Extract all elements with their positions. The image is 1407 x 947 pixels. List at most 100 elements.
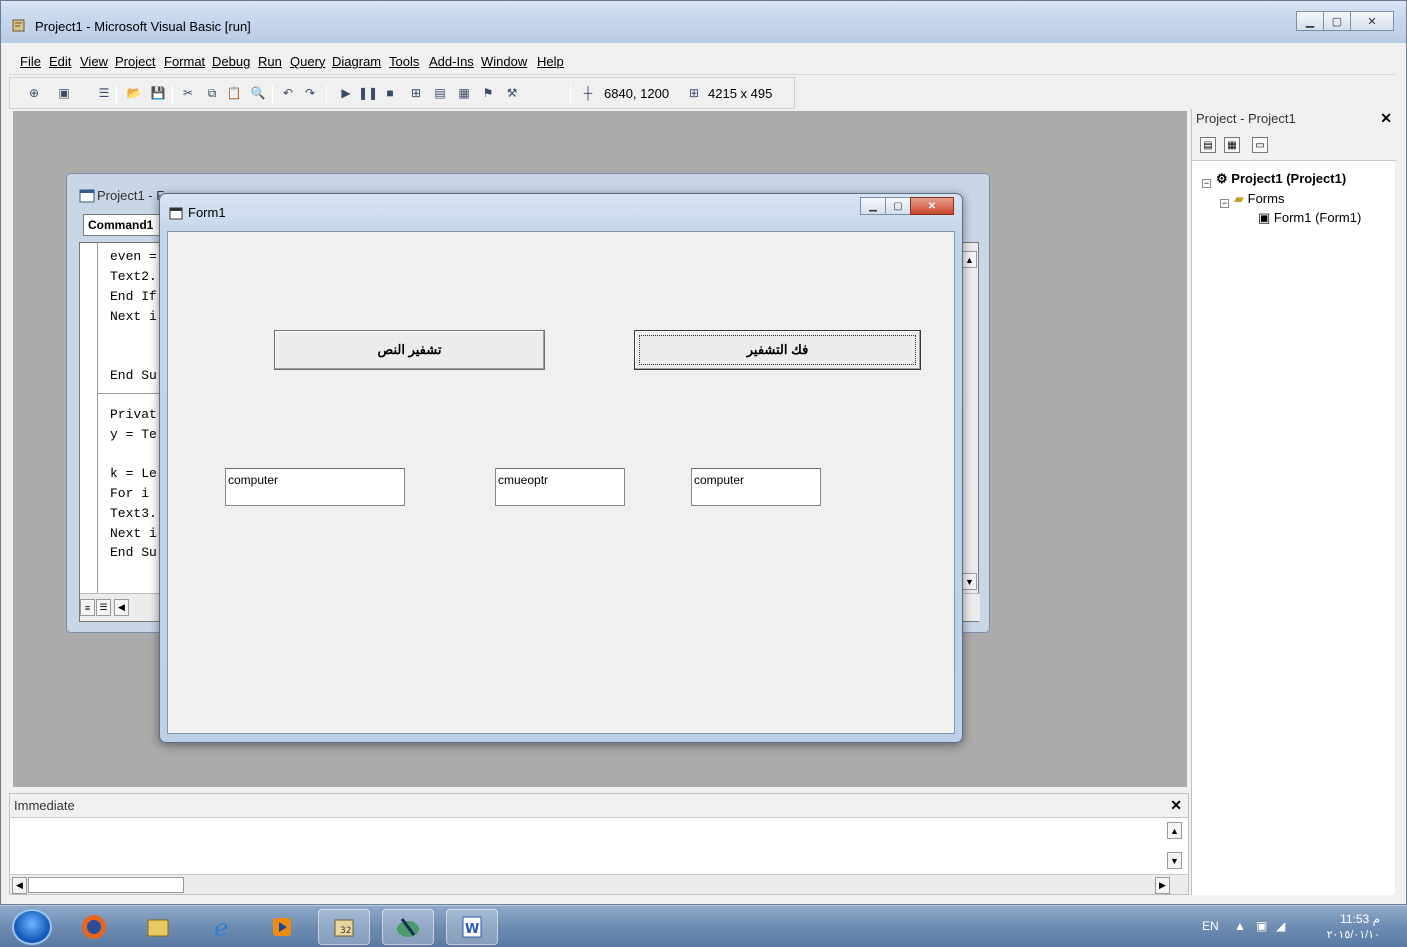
tree-project-node[interactable]: ⚙ Project1 (Project1) [1216,171,1346,187]
scroll-up-icon[interactable]: ▲ [962,251,977,268]
immediate-scroll-right-icon[interactable]: ▶ [1155,877,1170,894]
menu-editor-icon[interactable]: ☰ [96,85,112,101]
end-icon[interactable]: ■ [382,85,398,101]
vb-app-icon [12,19,25,32]
immediate-header: Immediate ✕ [10,794,1188,818]
open-project-icon[interactable]: 📂 [126,85,142,101]
redo-icon[interactable]: ↷ [302,85,318,101]
cut-icon[interactable]: ✂ [180,85,196,101]
tree-collapse-icon[interactable]: − [1220,199,1229,208]
menu-window[interactable]: Window [481,54,527,69]
title-bar[interactable]: Project1 - Microsoft Visual Basic [run] … [1,1,1406,43]
paste-icon[interactable]: 📋 [226,85,242,101]
language-indicator[interactable]: EN [1202,919,1219,933]
internet-explorer-icon[interactable]: e [196,909,248,945]
toggle-folders-icon[interactable]: ▭ [1252,137,1268,153]
menu-run[interactable]: Run [258,54,282,69]
immediate-close-icon[interactable]: ✕ [1170,797,1182,814]
form1-window[interactable]: Form1 ▁ ▢ ✕ تشفير النص فك التشفير comput… [159,193,963,743]
encrypt-text-button[interactable]: تشفير النص [274,330,545,370]
form1-title: Form1 [188,205,226,220]
menu-help[interactable]: Help [537,54,564,69]
text1-field[interactable]: computer [225,468,405,506]
code-line: Text3. [110,506,157,521]
add-project-icon[interactable]: ⊕ [26,85,42,101]
text3-field[interactable]: computer [691,468,821,506]
project-explorer-close-icon[interactable]: ✕ [1380,110,1392,127]
text2-field[interactable]: cmueoptr [495,468,625,506]
immediate-scroll-down-icon[interactable]: ▼ [1167,852,1182,869]
svg-text:32: 32 [340,926,351,936]
scroll-left-icon[interactable]: ◀ [114,599,129,616]
menu-project[interactable]: Project [115,54,155,69]
save-project-icon[interactable]: 💾 [150,85,166,101]
scroll-down-icon[interactable]: ▼ [962,573,977,590]
toolbox-icon[interactable]: ⚒ [504,85,520,101]
code-line: Next i [110,309,157,324]
form-layout-icon[interactable]: ▦ [456,85,472,101]
menu-format[interactable]: Format [164,54,205,69]
immediate-scroll-up-icon[interactable]: ▲ [1167,822,1182,839]
show-hidden-icons-icon[interactable]: ▲ [1234,919,1246,933]
menu-view[interactable]: View [80,54,108,69]
menu-file[interactable]: File [20,54,41,69]
maximize-button[interactable]: ▢ [1323,11,1351,31]
tree-forms-folder[interactable]: ▰ Forms [1234,191,1284,207]
minimize-button[interactable]: ▁ [1296,11,1324,31]
break-icon[interactable]: ❚❚ [358,85,378,101]
immediate-horizontal-scrollbar[interactable]: ◀ ▶ [10,874,1188,894]
media-player-icon[interactable] [256,909,308,945]
clock-time[interactable]: 11:53 م [1320,912,1380,926]
volume-icon[interactable]: ◢ [1276,919,1285,933]
paint-icon[interactable] [382,909,434,945]
form1-maximize-button[interactable]: ▢ [885,197,911,215]
svg-text:W: W [465,922,479,937]
firefox-icon[interactable] [68,909,120,945]
menu-edit[interactable]: Edit [49,54,71,69]
view-code-icon[interactable]: ▤ [1200,137,1216,153]
code-line: End Su [110,545,157,560]
immediate-scroll-left-icon[interactable]: ◀ [12,877,27,894]
form1-minimize-button[interactable]: ▁ [860,197,886,215]
project-explorer-icon[interactable]: ⊞ [408,85,424,101]
code-window-icon [79,189,95,203]
menu-add-ins[interactable]: Add-Ins [429,54,474,69]
object-browser-icon[interactable]: ⚑ [480,85,496,101]
project-explorer-header: Project - Project1 ✕ [1192,109,1396,131]
code-line: Text2. [110,269,157,284]
menu-debug[interactable]: Debug [212,54,250,69]
procedure-view-icon[interactable]: ≡ [80,599,95,616]
vb-ide-window: Project1 - Microsoft Visual Basic [run] … [0,0,1407,905]
decrypt-button[interactable]: فك التشفير [634,330,921,370]
form1-close-button[interactable]: ✕ [910,197,954,215]
start-button[interactable] [12,909,52,945]
object-combo[interactable]: Command1 [83,214,163,236]
code-line: For i [110,486,150,501]
tree-collapse-icon[interactable]: − [1202,179,1211,188]
word-icon[interactable]: W [446,909,498,945]
immediate-window[interactable]: Immediate ✕ ▲ ▼ ◀ ▶ [9,793,1189,895]
code-line: Privat [110,407,157,422]
close-button[interactable]: ✕ [1350,11,1394,31]
network-icon[interactable]: ▣ [1256,919,1267,933]
menu-diagram[interactable]: Diagram [332,54,381,69]
view-object-icon[interactable]: ▦ [1224,137,1240,153]
copy-icon[interactable]: ⧉ [204,85,220,101]
undo-icon[interactable]: ↶ [280,85,296,101]
visual-basic-icon[interactable]: 32 [318,909,370,945]
code-vertical-scrollbar[interactable]: ▲ ▼ [961,243,978,593]
menu-tools[interactable]: Tools [389,54,419,69]
form-node-icon: ▣ [1258,210,1271,225]
add-form-icon[interactable]: ▣ [56,85,72,101]
code-line: even = [110,249,157,264]
properties-window-icon[interactable]: ▤ [432,85,448,101]
tree-form1-node[interactable]: ▣ Form1 (Form1) [1258,210,1361,226]
full-module-view-icon[interactable]: ☰ [96,599,111,616]
explorer-icon[interactable] [132,909,184,945]
clock-date[interactable]: ٢٠١٥/٠١/١٠ [1316,928,1380,941]
immediate-scroll-thumb[interactable] [28,877,184,893]
project-explorer-title: Project - Project1 [1196,111,1296,126]
find-icon[interactable]: 🔍 [250,85,266,101]
menu-query[interactable]: Query [290,54,325,69]
start-icon[interactable]: ▶ [338,85,354,101]
